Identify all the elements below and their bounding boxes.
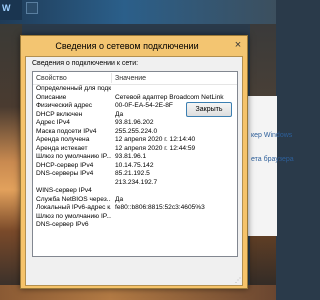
row-property: DNS-серверы IPv4 — [36, 170, 94, 177]
row-value: Да — [115, 195, 124, 203]
table-row[interactable]: Шлюз по умолчанию IP... 93.81.96.1 — [33, 153, 237, 162]
details-caption: Сведения о подключении к сети: — [32, 60, 139, 67]
row-property: Аренда получена — [36, 136, 90, 143]
row-property: WINS-сервер IPv4 — [36, 187, 92, 194]
close-icon[interactable]: × — [232, 39, 244, 51]
table-row[interactable]: Локальный IPv6-адрес к... fe80::b806:8815… — [33, 204, 237, 213]
row-property: Определенный для подклю... — [36, 85, 111, 92]
desktop-background-top — [0, 0, 276, 24]
row-property: DHCP-сервер IPv4 — [36, 161, 94, 169]
dialog-footer — [26, 257, 242, 285]
row-value: 213.234.192.7 — [115, 178, 158, 186]
row-value: Сетевой адаптер Broadcom NetLink — [115, 93, 224, 101]
row-value: 12 апреля 2020 г. 12:14:40 — [115, 136, 196, 143]
row-value: fe80::b806:8815:52c3:4605%3 — [115, 204, 205, 211]
row-value: 10.14.75.142 — [115, 161, 154, 169]
background-panel-line-1: кер Windows — [251, 132, 293, 139]
row-property: Шлюз по умолчанию IP... — [36, 212, 111, 220]
background-app-logo: W — [0, 0, 22, 20]
network-details-dialog: Сведения о сетевом подключении × Сведени… — [20, 35, 248, 289]
background-nav-icon — [26, 2, 38, 14]
table-row[interactable]: WINS-сервер IPv4 — [33, 187, 237, 196]
table-row[interactable]: Описание Сетевой адаптер Broadcom NetLink — [33, 94, 237, 103]
table-row[interactable]: 213.234.192.7 — [33, 179, 237, 188]
details-list[interactable]: Свойство Значение Определенный для подкл… — [32, 71, 238, 257]
dialog-title: Сведения о сетевом подключении — [55, 41, 199, 51]
row-property: Физический адрес — [36, 102, 93, 109]
dialog-body: Сведения о подключении к сети: Свойство … — [25, 56, 243, 286]
row-value: 12 апреля 2020 г. 12:44:59 — [115, 144, 196, 152]
row-property: Адрес IPv4 — [36, 119, 70, 126]
table-row[interactable]: Маска подсети IPv4 255.255.224.0 — [33, 128, 237, 137]
column-header-value[interactable]: Значение — [115, 75, 146, 82]
table-row[interactable]: DHCP-сервер IPv4 10.14.75.142 — [33, 162, 237, 171]
table-row[interactable]: Адрес IPv4 93.81.96.202 — [33, 119, 237, 128]
row-property: Локальный IPv6-адрес к... — [36, 204, 111, 211]
row-property: Аренда истекает — [36, 144, 88, 152]
row-value: 93.81.96.202 — [115, 119, 154, 126]
table-row[interactable]: Служба NetBIOS через... Да — [33, 196, 237, 205]
row-property: Описание — [36, 93, 67, 101]
column-divider[interactable] — [111, 73, 112, 83]
table-row[interactable]: Аренда получена 12 апреля 2020 г. 12:14:4… — [33, 136, 237, 145]
row-property: Служба NetBIOS через... — [36, 195, 111, 203]
row-value: 85.21.192.5 — [115, 170, 150, 177]
desktop-background-left — [0, 24, 22, 300]
column-header-property[interactable]: Свойство — [36, 75, 67, 82]
table-row[interactable]: DNS-сервер IPv6 — [33, 221, 237, 230]
table-row[interactable]: Определенный для подклю... — [33, 85, 237, 94]
row-property: DHCP включен — [36, 110, 83, 118]
background-app-logo-text: W — [2, 3, 11, 13]
list-header: Свойство Значение — [33, 72, 237, 85]
row-property: Маска подсети IPv4 — [36, 127, 97, 135]
background-panel-line-2: ета браузера — [251, 156, 294, 163]
table-row[interactable]: Аренда истекает 12 апреля 2020 г. 12:44:5… — [33, 145, 237, 154]
table-row[interactable]: DNS-серверы IPv4 85.21.192.5 — [33, 170, 237, 179]
row-value: 93.81.96.1 — [115, 153, 147, 160]
resize-grip-icon[interactable]: ⋰ — [235, 278, 241, 284]
table-row[interactable]: Шлюз по умолчанию IP... — [33, 213, 237, 222]
close-button[interactable]: Закрыть — [186, 102, 232, 117]
row-property: DNS-сервер IPv6 — [36, 221, 89, 228]
dialog-titlebar[interactable]: Сведения о сетевом подключении × — [21, 36, 247, 56]
row-value: 255.255.224.0 — [115, 127, 158, 135]
row-property: Шлюз по умолчанию IP... — [36, 153, 111, 160]
